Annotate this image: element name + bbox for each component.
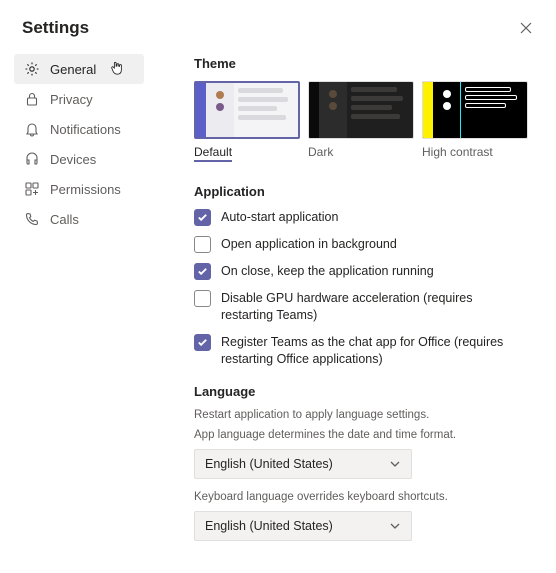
- checkbox[interactable]: [194, 209, 211, 226]
- checkbox[interactable]: [194, 290, 211, 307]
- app-language-select[interactable]: English (United States): [194, 449, 412, 479]
- keyboard-language-select[interactable]: English (United States): [194, 511, 412, 541]
- theme-section-title: Theme: [194, 56, 528, 71]
- theme-preview-default: [194, 81, 300, 139]
- sidebar-item-permissions[interactable]: Permissions: [14, 174, 144, 204]
- checkbox-label: On close, keep the application running: [221, 263, 434, 280]
- sidebar-item-devices[interactable]: Devices: [14, 144, 144, 174]
- sidebar-item-calls[interactable]: Calls: [14, 204, 144, 234]
- checkbox-label: Open application in background: [221, 236, 397, 253]
- sidebar-item-label: Calls: [50, 212, 79, 227]
- checkbox-row-autostart[interactable]: Auto-start application: [194, 209, 528, 226]
- headset-icon: [24, 151, 40, 167]
- content-panel: Theme Default Dark High contrast: [144, 48, 556, 573]
- sidebar-item-label: Privacy: [50, 92, 93, 107]
- chevron-down-icon: [389, 458, 401, 470]
- sidebar: General Privacy Notifications Devices Pe…: [14, 48, 144, 573]
- sidebar-item-general[interactable]: General: [14, 54, 144, 84]
- theme-preview-dark: [308, 81, 414, 139]
- checkbox-row-register-chat[interactable]: Register Teams as the chat app for Offic…: [194, 334, 528, 368]
- cursor-hand-icon: [110, 60, 124, 76]
- select-value: English (United States): [205, 457, 333, 471]
- theme-option-high-contrast[interactable]: High contrast: [422, 81, 528, 162]
- theme-preview-high-contrast: [422, 81, 528, 139]
- application-section-title: Application: [194, 184, 528, 199]
- gear-icon: [24, 61, 40, 77]
- lock-icon: [24, 91, 40, 107]
- checkbox-label: Register Teams as the chat app for Offic…: [221, 334, 528, 368]
- sidebar-item-label: General: [50, 62, 96, 77]
- phone-icon: [24, 211, 40, 227]
- sidebar-item-label: Permissions: [50, 182, 121, 197]
- select-value: English (United States): [205, 519, 333, 533]
- keyboard-language-hint: Keyboard language overrides keyboard sho…: [194, 491, 528, 503]
- close-icon: [518, 20, 534, 36]
- app-language-hint: App language determines the date and tim…: [194, 429, 528, 441]
- close-button[interactable]: [518, 20, 534, 36]
- checkbox[interactable]: [194, 236, 211, 253]
- checkbox-row-keep-running[interactable]: On close, keep the application running: [194, 263, 528, 280]
- checkbox[interactable]: [194, 334, 211, 351]
- language-section-title: Language: [194, 384, 528, 399]
- page-title: Settings: [22, 18, 89, 38]
- checkbox-label: Disable GPU hardware acceleration (requi…: [221, 290, 528, 324]
- checkbox-row-disable-gpu[interactable]: Disable GPU hardware acceleration (requi…: [194, 290, 528, 324]
- theme-option-dark[interactable]: Dark: [308, 81, 414, 162]
- language-restart-hint: Restart application to apply language se…: [194, 409, 528, 421]
- chevron-down-icon: [389, 520, 401, 532]
- sidebar-item-label: Devices: [50, 152, 96, 167]
- apps-icon: [24, 181, 40, 197]
- sidebar-item-privacy[interactable]: Privacy: [14, 84, 144, 114]
- checkbox-row-open-background[interactable]: Open application in background: [194, 236, 528, 253]
- theme-label: High contrast: [422, 145, 528, 159]
- checkbox[interactable]: [194, 263, 211, 280]
- theme-label: Default: [194, 145, 232, 162]
- checkbox-label: Auto-start application: [221, 209, 338, 226]
- sidebar-item-label: Notifications: [50, 122, 121, 137]
- sidebar-item-notifications[interactable]: Notifications: [14, 114, 144, 144]
- theme-option-default[interactable]: Default: [194, 81, 300, 162]
- theme-label: Dark: [308, 145, 414, 159]
- bell-icon: [24, 121, 40, 137]
